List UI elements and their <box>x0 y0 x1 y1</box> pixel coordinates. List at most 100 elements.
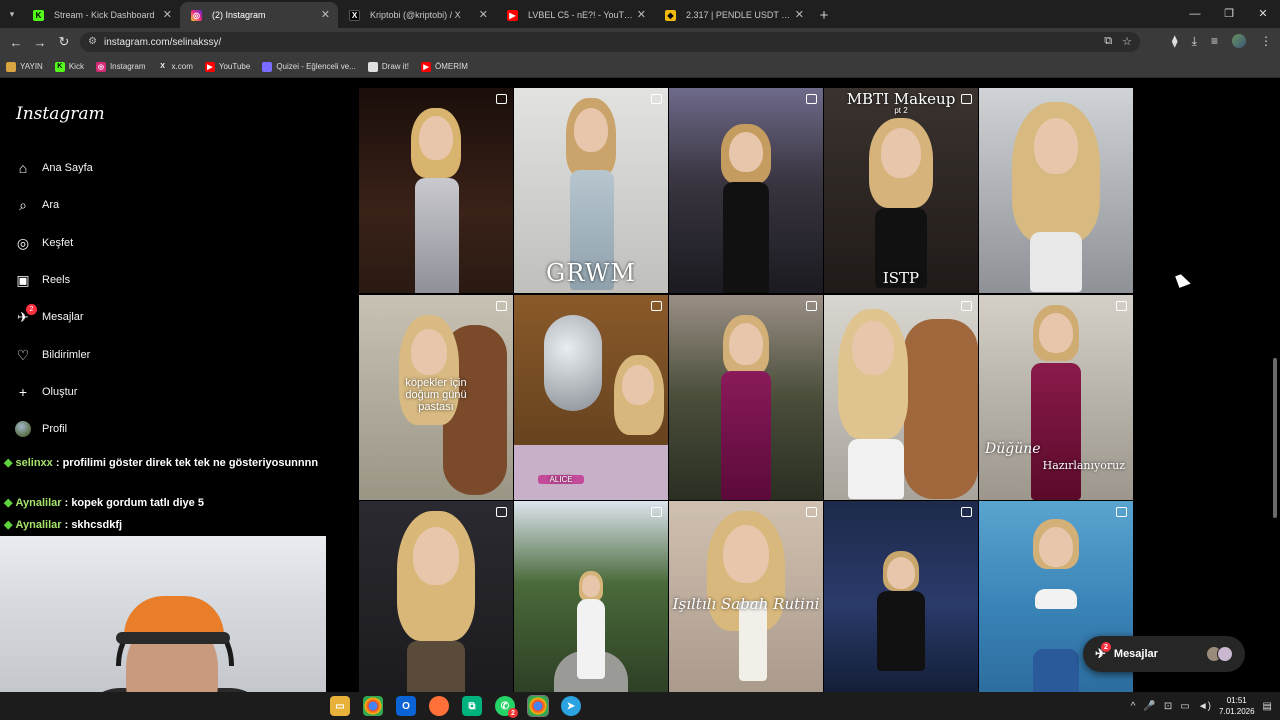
heart-icon: ♡ <box>16 346 30 363</box>
post-tile[interactable] <box>359 88 513 293</box>
extensions-icon[interactable]: ⧫ <box>1172 34 1178 49</box>
nav-home[interactable]: ⌂ Ana Sayfa <box>14 156 214 180</box>
instagram-logo[interactable]: Instagram <box>16 104 105 124</box>
scrollbar-thumb[interactable] <box>1273 358 1277 518</box>
reload-icon[interactable]: ↻ <box>52 34 76 50</box>
bookmark-quizei[interactable]: Quizei - Eğlenceli ve... <box>262 61 356 72</box>
youtube-icon: ▶ <box>507 10 518 21</box>
forward-icon[interactable]: → <box>28 35 52 50</box>
explore-icon: ◎ <box>16 234 30 251</box>
tab-instagram[interactable]: ◎ (2) Instagram ✕ <box>180 2 338 28</box>
post-tile[interactable]: ALICE <box>514 295 668 500</box>
close-tab-icon[interactable]: ✕ <box>321 8 330 21</box>
notifications-icon[interactable]: ▤ <box>1263 701 1272 712</box>
bookmark-kick[interactable]: K Kick <box>54 61 84 72</box>
back-icon[interactable]: ← <box>4 35 28 50</box>
minimize-icon[interactable]: — <box>1178 0 1212 28</box>
page-scrollbar[interactable] <box>1272 78 1278 692</box>
tab-kick-dashboard[interactable]: K Stream - Kick Dashboard ✕ <box>22 2 180 28</box>
nav-explore[interactable]: ◎ Keşfet <box>14 231 214 255</box>
home-icon: ⌂ <box>18 160 28 176</box>
clock-date: 7.01.2026 <box>1218 707 1255 716</box>
system-clock[interactable]: 01:51 7.01.2026 <box>1219 695 1255 717</box>
messages-floating-button[interactable]: ✈ 2 Mesajlar <box>1083 636 1245 672</box>
chrome-active-icon[interactable] <box>527 695 549 717</box>
post-tile[interactable] <box>979 88 1133 293</box>
post-tile[interactable] <box>514 501 668 692</box>
tray-devices-icon[interactable]: ⊡ <box>1164 701 1172 712</box>
outlook-icon[interactable]: O <box>396 696 416 716</box>
chrome-icon[interactable] <box>363 696 383 716</box>
post-tile[interactable]: GRWM <box>514 88 668 293</box>
restore-icon[interactable]: ❐ <box>1212 0 1246 28</box>
post-tile[interactable] <box>669 88 823 293</box>
tab-label: 2.317 | PENDLE USDT | Pendle <box>686 10 791 20</box>
app-icon[interactable]: ⧉ <box>462 696 482 716</box>
bookmark-youtube[interactable]: ▶ YouTube <box>204 61 250 72</box>
nav-profile[interactable]: Profil <box>14 417 214 441</box>
bookmark-omerim[interactable]: ▶ ÖMERİM <box>421 61 468 72</box>
tab-search-icon[interactable]: ▾ <box>4 6 20 22</box>
download-icon[interactable]: ⤓ <box>1192 34 1197 49</box>
whatsapp-icon[interactable]: ✆ 2 <box>495 696 518 718</box>
close-tab-icon[interactable]: ✕ <box>163 8 172 21</box>
bookmark-instagram[interactable]: ◎ Instagram <box>95 61 146 72</box>
bookmark-draw-it[interactable]: Draw it! <box>367 61 409 72</box>
close-window-icon[interactable]: ✕ <box>1246 0 1280 28</box>
tab-pendle[interactable]: ◆ 2.317 | PENDLE USDT | Pendle ✕ <box>654 2 812 28</box>
system-tray: ^ 🎤 ⊡ ▭ ◄) 01:51 7.01.2026 ▤ <box>1131 695 1272 717</box>
bookmark-star-icon[interactable]: ☆ <box>1122 35 1132 48</box>
telegram-icon[interactable]: ➤ <box>561 696 581 716</box>
reel-icon <box>496 301 507 311</box>
post-tile[interactable]: Düğüne Hazırlanıyoruz <box>979 295 1133 500</box>
carousel-icon <box>496 94 507 104</box>
reel-icon <box>806 507 817 517</box>
site-info-icon[interactable]: ⚙ <box>88 36 97 47</box>
firefox-icon[interactable] <box>429 696 449 716</box>
nav-create[interactable]: + Oluştur <box>14 380 214 404</box>
post-overlay-text: ALICE <box>538 475 584 484</box>
media-controls-icon[interactable]: ≡ <box>1211 34 1218 49</box>
nav-reels[interactable]: ▣ Reels <box>14 268 214 292</box>
close-tab-icon[interactable]: ✕ <box>795 8 804 21</box>
messages-label: Mesajlar <box>1113 648 1158 660</box>
install-app-icon[interactable]: ⧉ <box>1104 35 1112 48</box>
nav-label: Mesajlar <box>42 311 84 323</box>
tab-youtube[interactable]: ▶ LVBEL C5 - nE?! - YouTube ✕ <box>496 2 654 28</box>
bookmark-x[interactable]: Xx.com <box>158 62 193 72</box>
close-tab-icon[interactable]: ✕ <box>479 8 488 21</box>
bookmark-yayin[interactable]: YAYIN <box>6 61 43 72</box>
messenger-icon: ✈ 2 <box>14 304 37 326</box>
post-tile[interactable] <box>824 295 978 500</box>
nav-notifications[interactable]: ♡ Bildirimler <box>14 343 214 367</box>
post-tile[interactable]: MBTI Makeup pt 2 ISTP <box>824 88 978 293</box>
post-tile[interactable]: köpekler için doğum günü pastası <box>359 295 513 500</box>
file-explorer-icon[interactable]: ▭ <box>330 696 350 716</box>
post-overlay-text: ISTP <box>882 269 920 287</box>
nav-search[interactable]: ⌕ Ara <box>14 193 214 217</box>
close-tab-icon[interactable]: ✕ <box>637 8 646 21</box>
network-icon[interactable]: ▭ <box>1180 701 1189 712</box>
nav-messages[interactable]: ✈ 2 Mesajlar <box>14 304 214 329</box>
plus-icon: + <box>18 384 28 400</box>
nav-label: Keşfet <box>42 237 74 249</box>
browser-menu-icon[interactable]: ⋮ <box>1260 34 1272 49</box>
volume-icon[interactable]: ◄) <box>1198 701 1211 712</box>
carousel-icon <box>496 507 507 517</box>
tray-chevron-icon[interactable]: ^ <box>1131 701 1136 712</box>
post-tile[interactable] <box>359 501 513 692</box>
post-tile[interactable] <box>824 501 978 692</box>
x-icon: X <box>349 10 360 21</box>
post-overlay-text: GRWM <box>546 259 636 287</box>
post-tile[interactable]: Işıltılı Sabah Rutini <box>669 501 823 692</box>
address-bar[interactable]: ⚙ instagram.com/selinakssy/ ⧉ ☆ <box>80 32 1140 52</box>
tab-x-kriptobi[interactable]: X Kriptobi (@kriptobi) / X ✕ <box>338 2 496 28</box>
new-tab-button[interactable]: + <box>812 2 836 28</box>
chat-text: : profilimi göster direk tek tek ne göst… <box>55 457 319 469</box>
bookmark-label: ÖMERİM <box>435 62 468 71</box>
post-tile[interactable] <box>669 295 823 500</box>
browser-profile-avatar[interactable] <box>1232 34 1246 48</box>
microphone-icon[interactable]: 🎤 <box>1143 701 1155 712</box>
kick-icon: K <box>33 10 44 21</box>
reel-icon <box>651 94 662 104</box>
